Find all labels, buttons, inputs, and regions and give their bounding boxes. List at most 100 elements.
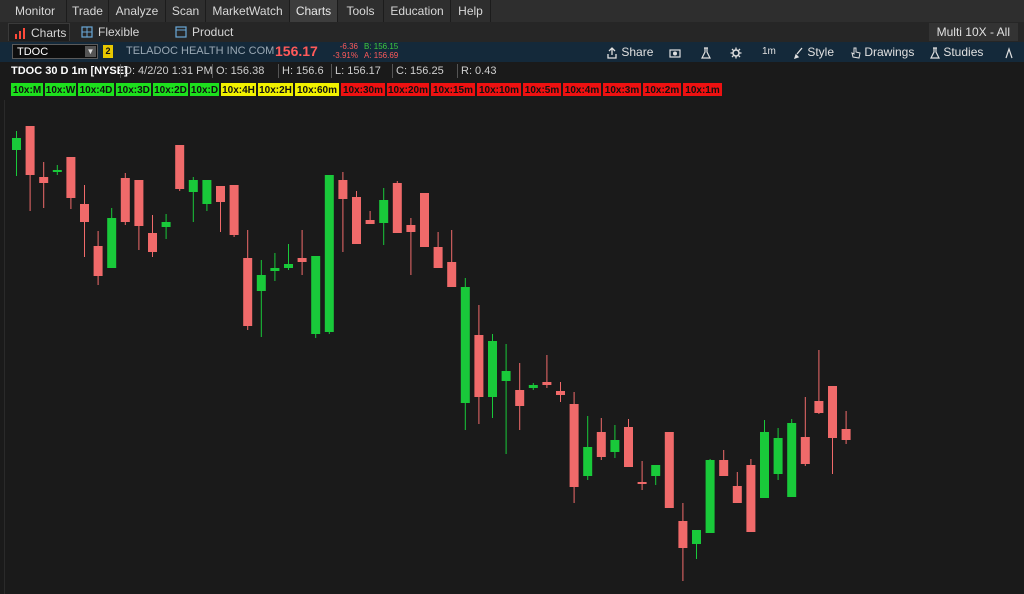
signal-10x2m[interactable]: 10x:2m [642,82,682,97]
candle-body [338,180,348,199]
share-button[interactable]: Share [606,43,653,61]
change-values: -6.36 -3.91% [328,42,358,60]
signal-10x5m[interactable]: 10x:5m [522,82,562,97]
grid-layout-selector[interactable]: Multi 10X - All [928,23,1018,41]
candle-body [66,157,76,198]
signal-10x4h[interactable]: 10x:4H [220,82,257,97]
settings-button[interactable] [730,43,742,61]
candle [12,131,21,176]
candle-body [297,258,307,262]
candle [800,397,810,466]
candle [120,173,130,225]
lab-button[interactable] [700,43,712,61]
drawings-button[interactable]: Drawings [851,43,914,61]
menu-charts[interactable]: Charts [290,0,338,22]
candle-body [80,204,89,222]
menu-monitor[interactable]: Monitor [4,0,67,22]
main-menu-bar: Monitor Trade Analyze Scan MarketWatch C… [0,0,1024,23]
candle-body [637,482,647,484]
signal-10x4d[interactable]: 10x:4D [77,82,115,97]
candle [760,420,769,498]
candle [542,355,552,388]
menu-education[interactable]: Education [384,0,451,22]
candle [678,503,688,581]
candlestick-chart[interactable] [0,100,1024,594]
menu-scan[interactable]: Scan [166,0,206,22]
candle-body [392,183,402,233]
signal-10xm[interactable]: 10x:M [10,82,44,97]
drawings-label: Drawings [864,45,915,59]
menu-help[interactable]: Help [451,0,491,22]
camera-icon [669,49,681,58]
candle-body [556,391,565,395]
candle [229,185,239,237]
candle-body [664,432,674,508]
candle-body [161,222,171,227]
style-button[interactable]: Style [793,43,834,61]
signal-10xw[interactable]: 10x:W [44,82,77,97]
candle-body [746,465,756,532]
signal-10x1m[interactable]: 10x:1m [682,82,723,97]
candle-body [420,193,429,247]
studies-label: Studies [943,45,984,59]
screenshot-button[interactable] [669,43,681,61]
candle-body [270,268,280,271]
candle-body [379,200,389,223]
patterns-button[interactable]: P [1005,43,1024,77]
menu-marketwatch[interactable]: MarketWatch [206,0,290,22]
timeframe-button[interactable]: 1m [762,43,776,61]
candle [474,305,484,424]
signal-10x3m[interactable]: 10x:3m [602,82,642,97]
symbol-input[interactable]: TDOC ▼ [12,44,98,59]
signal-10x60m[interactable]: 10x:60m [294,82,340,97]
bid-price: B: 156.15 [364,42,399,51]
bid-ask: B: 156.15 A: 156.69 [364,42,398,60]
candle-body [229,185,239,235]
depth-icon [175,26,187,38]
signal-10xd[interactable]: 10x:D [189,82,220,97]
studies-button[interactable]: Studies [930,43,983,61]
candle-body [365,220,375,224]
tab-flexible-grid[interactable]: Flexible Grid [76,23,164,57]
candle-body [148,233,157,252]
chevron-down-icon[interactable]: ▼ [85,46,96,57]
menu-analyze[interactable]: Analyze [109,0,166,22]
flask-icon [930,47,940,59]
menu-trade[interactable]: Trade [67,0,109,22]
candle [569,392,579,503]
candle [297,230,307,275]
signal-10x30m[interactable]: 10x:30m [340,82,386,97]
link-group-badge[interactable]: 2 [103,45,113,58]
candle-body [188,180,198,192]
candle [80,185,89,257]
menu-tools[interactable]: Tools [338,0,384,22]
candle-body [324,175,334,332]
tab-charts[interactable]: Charts [8,23,70,41]
signal-10x2h[interactable]: 10x:2H [257,82,294,97]
candle [501,344,511,454]
candle [284,244,293,270]
candle [311,256,321,338]
signal-10x15m[interactable]: 10x:15m [430,82,476,97]
candle [447,230,457,287]
candle-body [501,371,511,381]
signal-10x10m[interactable]: 10x:10m [476,82,522,97]
symbol-value: TDOC [17,46,49,58]
candle [406,218,416,275]
flask-icon [701,47,711,59]
candle [460,278,470,430]
signal-10x3d[interactable]: 10x:3D [115,82,152,97]
candle [93,231,103,285]
candle [175,145,185,191]
candle-body [93,246,103,276]
signal-10x2d[interactable]: 10x:2D [152,82,189,97]
patterns-icon [1005,46,1013,59]
candle-body [107,218,117,268]
tab-product-depth[interactable]: Product Depth [170,23,268,57]
tab-charts-label: Charts [31,26,67,40]
signal-10x4m[interactable]: 10x:4m [562,82,602,97]
candle-body [760,432,769,498]
chart-title: TDOC 30 D 1m [NYSE] [11,65,128,77]
signal-10x20m[interactable]: 10x:20m [386,82,430,97]
candle [610,425,620,458]
